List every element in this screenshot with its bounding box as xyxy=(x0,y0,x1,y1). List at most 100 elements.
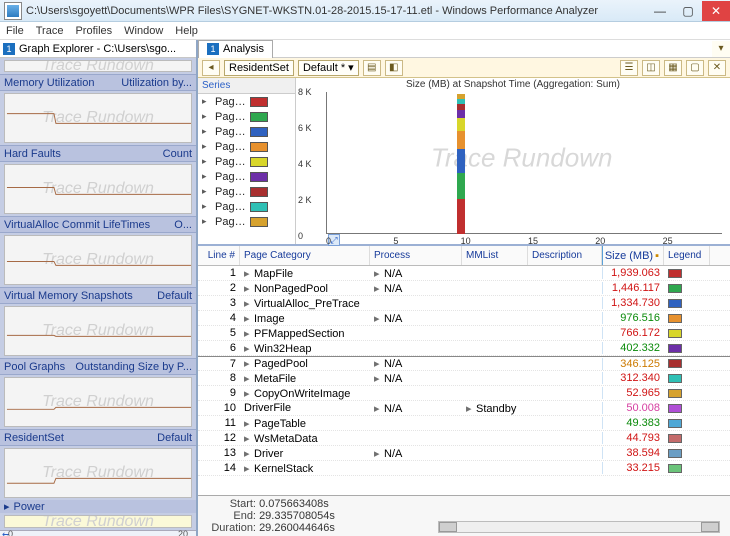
ge-group-header[interactable]: Memory Utilization Utilization by... xyxy=(0,75,196,91)
ge-group-header[interactable]: Virtual Memory Snapshots Default xyxy=(0,288,196,304)
expand-icon[interactable]: ▸ xyxy=(244,387,254,400)
table-row[interactable]: 9 ▸CopyOnWriteImage 52.965 xyxy=(198,386,730,401)
series-item[interactable]: ▸ Pag… xyxy=(198,199,295,214)
col-description[interactable]: Description xyxy=(528,246,602,265)
expand-icon[interactable]: ▸ xyxy=(374,312,384,325)
menu-file[interactable]: File xyxy=(6,25,24,37)
bar-segment[interactable] xyxy=(457,99,465,105)
expand-icon[interactable]: ▸ xyxy=(244,267,254,280)
col-size[interactable]: Size (MB) ▪ xyxy=(602,246,664,265)
table-row[interactable]: 6 ▸Win32Heap 402.332 xyxy=(198,341,730,356)
table-row[interactable]: 1 ▸MapFile ▸N/A 1,939.063 xyxy=(198,266,730,281)
series-item[interactable]: ▸ Pag… xyxy=(198,139,295,154)
table-row[interactable]: 10 DriverFile ▸N/A ▸Standby 50.008 xyxy=(198,401,730,416)
series-item[interactable]: ▸ Pag… xyxy=(198,94,295,109)
bar-segment[interactable] xyxy=(457,118,465,132)
ge-thumb-power[interactable]: Trace Rundown xyxy=(4,515,192,527)
expand-icon[interactable]: ▸ xyxy=(374,447,384,460)
view-split-icon[interactable]: ◫ xyxy=(642,60,660,76)
table-row[interactable]: 13 ▸Driver ▸N/A 38.594 xyxy=(198,446,730,461)
bar-segment[interactable] xyxy=(457,149,465,173)
expand-icon[interactable]: ▸ xyxy=(244,462,254,475)
table-row[interactable]: 7 ▸PagedPool ▸N/A 346.125 xyxy=(198,356,730,371)
chart-plot[interactable]: Size (MB) at Snapshot Time (Aggregation:… xyxy=(296,78,730,244)
expand-icon[interactable]: ▸ xyxy=(374,372,384,385)
table-row[interactable]: 2 ▸NonPagedPool ▸N/A 1,446.117 xyxy=(198,281,730,296)
table-row[interactable]: 3 ▸VirtualAlloc_PreTrace 1,334.730 xyxy=(198,296,730,311)
tabstrip-menu-icon[interactable]: ▾ xyxy=(712,41,730,57)
maximize-view-icon[interactable]: ▢ xyxy=(686,60,704,76)
tab-analysis[interactable]: 1 Analysis xyxy=(198,40,273,58)
series-item[interactable]: ▸ Pag… xyxy=(198,169,295,184)
series-item[interactable]: ▸ Pag… xyxy=(198,154,295,169)
expand-icon[interactable]: ▸ xyxy=(244,357,254,370)
menu-profiles[interactable]: Profiles xyxy=(75,25,112,37)
expand-icon[interactable]: ▸ xyxy=(244,417,254,430)
expand-icon[interactable]: ▸ xyxy=(374,282,384,295)
preset-dropdown[interactable]: Default * ▾ xyxy=(298,60,359,76)
collapse-left-icon[interactable]: ◂ xyxy=(202,60,220,76)
bar-segment[interactable] xyxy=(457,199,465,234)
ge-group-header[interactable]: ResidentSet Default xyxy=(0,430,196,446)
bar-segment[interactable] xyxy=(457,110,465,117)
time-ruler[interactable]: ⇆ 0 20 xyxy=(0,530,196,536)
expand-icon[interactable]: ▸ xyxy=(244,372,254,385)
expand-icon[interactable]: ▸ xyxy=(244,432,254,445)
graph-explorer-tab[interactable]: 1 Graph Explorer - C:\Users\sgo... xyxy=(0,40,196,58)
expand-icon[interactable]: ▸ xyxy=(374,267,384,280)
h-scrollbar[interactable] xyxy=(438,521,720,533)
maximize-button[interactable]: ▢ xyxy=(674,1,702,21)
bar-segment[interactable] xyxy=(457,104,465,110)
series-item[interactable]: ▸ Pag… xyxy=(198,214,295,229)
table-row[interactable]: 12 ▸WsMetaData 44.793 xyxy=(198,431,730,446)
expand-icon[interactable]: ▸ xyxy=(374,402,384,415)
table-row[interactable]: 4 ▸Image ▸N/A 976.516 xyxy=(198,311,730,326)
expand-icon[interactable]: ▸ xyxy=(244,297,254,310)
expand-icon[interactable]: ▸ xyxy=(244,312,254,325)
bar-segment[interactable] xyxy=(457,94,465,99)
expand-icon[interactable]: ▸ xyxy=(374,357,384,370)
expand-icon[interactable]: ▸ xyxy=(244,282,254,295)
table-row[interactable]: 14 ▸KernelStack 33.215 xyxy=(198,461,730,476)
series-item[interactable]: ▸ Pag… xyxy=(198,184,295,199)
table-row[interactable]: 8 ▸MetaFile ▸N/A 312.340 xyxy=(198,371,730,386)
view-table-icon[interactable]: ▦ xyxy=(664,60,682,76)
table-row[interactable]: 11 ▸PageTable 49.383 xyxy=(198,416,730,431)
col-line[interactable]: Line # xyxy=(198,246,240,265)
source-dropdown[interactable]: ResidentSet xyxy=(224,60,294,76)
ge-thumb[interactable]: Trace Rundown xyxy=(4,164,192,214)
toolbar-btn-a[interactable]: ▤ xyxy=(363,60,381,76)
table-row[interactable]: 5 ▸PFMappedSection 766.172 xyxy=(198,326,730,341)
expand-icon[interactable]: ▸ xyxy=(466,402,476,415)
toolbar-btn-b[interactable]: ◧ xyxy=(385,60,403,76)
series-item[interactable]: ▸ Pag… xyxy=(198,109,295,124)
bar-segment[interactable] xyxy=(457,173,465,199)
series-item[interactable]: ▸ Pag… xyxy=(198,124,295,139)
power-expander[interactable]: ▸ Power xyxy=(0,500,196,513)
col-legend[interactable]: Legend xyxy=(664,246,710,265)
col-mmlist[interactable]: MMList xyxy=(462,246,528,265)
ge-thumb[interactable]: Trace Rundown xyxy=(4,306,192,356)
bar-segment[interactable] xyxy=(457,131,465,149)
expand-icon[interactable]: ▸ xyxy=(244,447,254,460)
col-process[interactable]: Process xyxy=(370,246,462,265)
col-category[interactable]: Page Category xyxy=(240,246,370,265)
view-chart-icon[interactable]: ☰ xyxy=(620,60,638,76)
close-button[interactable]: ✕ xyxy=(702,1,730,21)
ge-thumb-top[interactable]: Trace Rundown xyxy=(4,60,192,72)
ge-thumb[interactable]: Trace Rundown xyxy=(4,377,192,427)
ge-thumb[interactable]: Trace Rundown xyxy=(4,93,192,143)
ge-thumb[interactable]: Trace Rundown xyxy=(4,235,192,285)
ge-thumb[interactable]: Trace Rundown xyxy=(4,448,192,498)
minimize-button[interactable]: — xyxy=(646,1,674,21)
menu-trace[interactable]: Trace xyxy=(36,25,64,37)
close-view-icon[interactable]: ✕ xyxy=(708,60,726,76)
menu-help[interactable]: Help xyxy=(175,25,198,37)
ge-group-header[interactable]: VirtualAlloc Commit LifeTimes O... xyxy=(0,217,196,233)
expand-icon[interactable]: ▸ xyxy=(244,327,254,340)
menu-window[interactable]: Window xyxy=(124,25,163,37)
ge-group-header[interactable]: Hard Faults Count xyxy=(0,146,196,162)
start-label: Start: xyxy=(202,498,256,510)
ge-group-header[interactable]: Pool Graphs Outstanding Size by P... xyxy=(0,359,196,375)
expand-icon[interactable]: ▸ xyxy=(244,342,254,355)
